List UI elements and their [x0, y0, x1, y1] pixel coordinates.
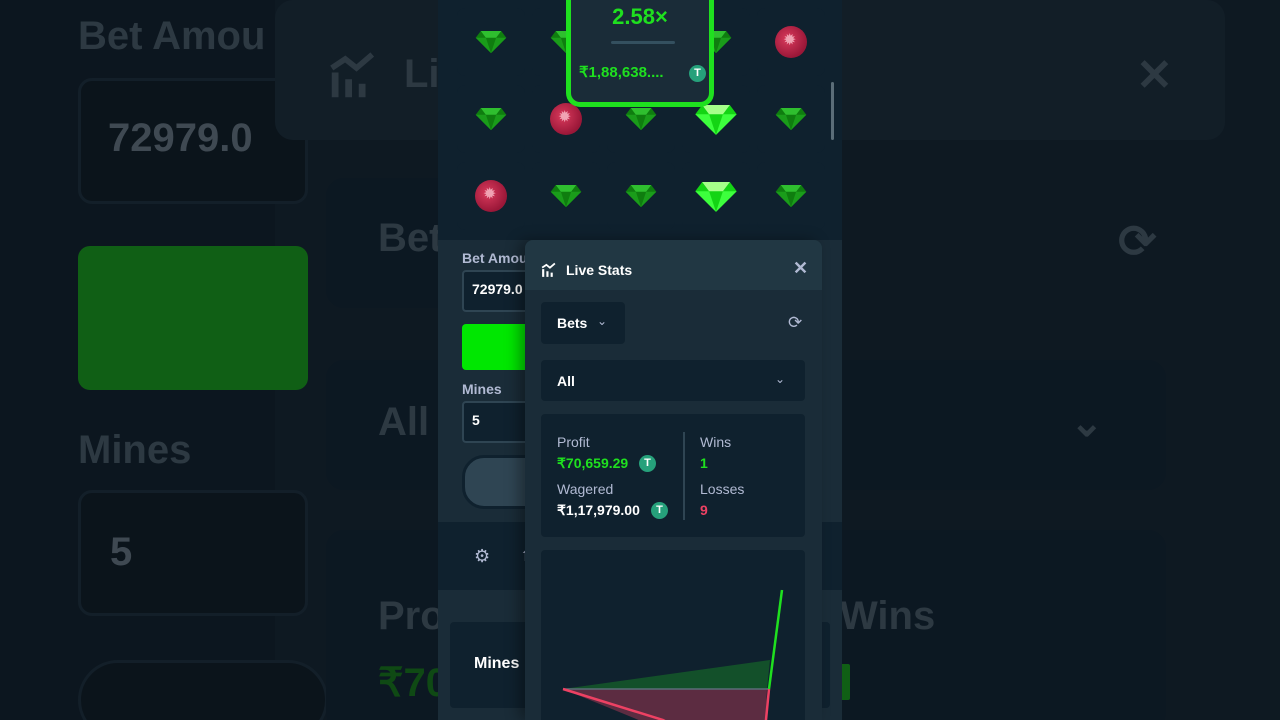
profit-chart-svg — [562, 589, 784, 720]
filter-dropdown[interactable]: All ⌄ — [541, 360, 805, 401]
win-popup: 2.58× ₹1,88,638.... T — [566, 0, 714, 107]
gear-icon[interactable]: ⚙ — [474, 546, 490, 567]
chevron-down-icon: ⌄ — [597, 314, 608, 328]
wagered-value: ₹1,17,979.00 — [557, 502, 640, 518]
grid-tile[interactable] — [457, 8, 525, 76]
win-multiplier: 2.58× — [612, 4, 668, 29]
grid-tile[interactable] — [457, 85, 525, 153]
gem-icon — [474, 23, 508, 62]
grid-tile[interactable] — [757, 85, 825, 153]
grid-tile[interactable] — [532, 162, 600, 230]
bets-dropdown-label: Bets — [557, 315, 588, 331]
gem-icon — [474, 100, 508, 139]
gem-icon — [549, 177, 583, 216]
chevron-down-icon: ⌄ — [775, 372, 786, 386]
win-divider — [611, 41, 675, 44]
losses-value: 9 — [700, 502, 708, 518]
win-payout: ₹1,88,638.... — [579, 64, 664, 81]
stats-divider — [683, 432, 685, 520]
gem-icon — [774, 100, 808, 139]
scrollbar[interactable] — [831, 82, 834, 140]
profit-chart — [541, 550, 805, 720]
wins-value: 1 — [700, 455, 708, 471]
bets-dropdown[interactable]: Bets ⌄ — [541, 302, 625, 344]
refresh-icon[interactable]: ⟳ — [788, 313, 802, 333]
tether-icon: T — [639, 455, 656, 472]
bet-amount-label: Bet Amou — [462, 250, 528, 266]
profit-value: ₹70,659.29 — [557, 455, 629, 471]
grid-tile[interactable] — [757, 8, 825, 76]
wagered-label: Wagered — [557, 481, 614, 497]
profit-area-positive — [563, 660, 770, 689]
mines-label: Mines — [462, 381, 502, 397]
gem-icon — [693, 171, 739, 222]
stats-summary: Profit ₹70,659.29 T Wagered ₹1,17,979.00… — [541, 414, 805, 537]
grid-tile[interactable] — [757, 162, 825, 230]
close-icon[interactable]: ✕ — [793, 258, 808, 279]
profit-area-negative — [563, 689, 767, 720]
profit-label: Profit — [557, 434, 590, 450]
losses-label: Losses — [700, 481, 745, 497]
tether-icon: T — [651, 502, 668, 519]
mine-icon — [775, 26, 807, 58]
live-stats-modal: Live Stats ✕ Bets ⌄ ⟳ All ⌄ Profit ₹70,6… — [525, 240, 822, 720]
gem-icon — [624, 177, 658, 216]
wins-label: Wins — [700, 434, 732, 450]
grid-tile[interactable] — [607, 162, 675, 230]
live-stats-header: Live Stats ✕ — [525, 240, 822, 290]
gem-icon — [774, 177, 808, 216]
profit-line-positive — [767, 589, 784, 690]
game-info-label: Mines — [474, 655, 520, 672]
mine-icon — [550, 103, 582, 135]
chart-icon — [541, 262, 556, 277]
grid-tile[interactable] — [457, 162, 525, 230]
mine-icon — [475, 180, 507, 212]
tether-icon: T — [689, 65, 706, 82]
grid-tile[interactable] — [682, 162, 750, 230]
live-stats-title: Live Stats — [566, 262, 633, 278]
filter-dropdown-label: All — [557, 373, 575, 389]
